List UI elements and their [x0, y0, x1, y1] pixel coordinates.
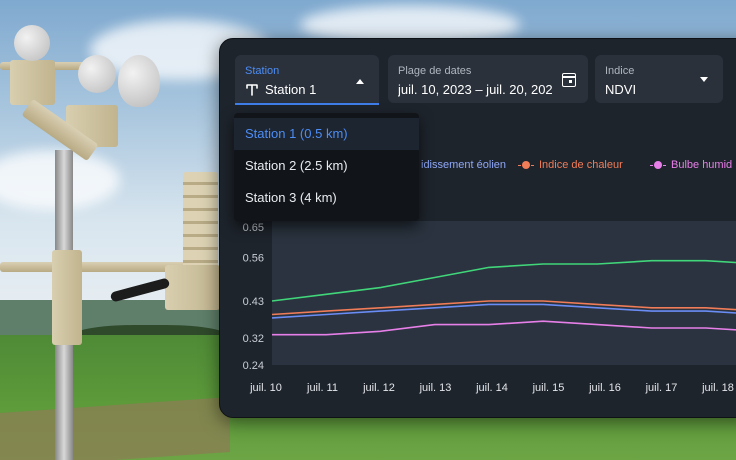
y-tick-label: 0.24: [243, 360, 264, 372]
station-value: Station 1: [265, 82, 317, 97]
calendar-icon[interactable]: [562, 73, 576, 87]
station-option-1[interactable]: Station 1 (0.5 km): [234, 118, 419, 150]
legend-label: Indice de chaleur: [539, 159, 623, 171]
y-tick-label: 0.32: [243, 333, 264, 345]
clamp: [52, 250, 82, 345]
legend-item-wet-bulb[interactable]: Bulbe humid: [650, 159, 732, 171]
y-tick-label: 0.56: [243, 252, 264, 264]
caret-up-icon: [356, 79, 364, 84]
logger-box: [165, 265, 220, 310]
station-option-3[interactable]: Station 3 (4 km): [234, 182, 419, 214]
dates-label: Plage de dates: [398, 65, 472, 77]
dates-value: juil. 10, 2023 – juil. 20, 2023: [398, 82, 553, 97]
x-tick-label: juil. 10: [249, 382, 282, 394]
legend-marker: [650, 161, 666, 169]
x-tick-label: juil. 12: [362, 382, 395, 394]
dashboard-panel: Station Station 1 Plage de dates juil. 1…: [219, 38, 736, 418]
x-tick-label: juil. 18: [701, 382, 734, 394]
x-tick-label: juil. 16: [588, 382, 621, 394]
legend-item-heat-index[interactable]: Indice de chaleur: [518, 159, 623, 171]
index-value: NDVI: [605, 82, 637, 97]
legend-marker: [518, 161, 534, 169]
index-label: Indice: [605, 65, 635, 77]
x-tick-label: juil. 11: [306, 382, 338, 394]
x-tick-label: juil. 13: [419, 382, 452, 394]
anemometer-cup: [78, 55, 116, 93]
y-tick-label: 0.65: [243, 222, 264, 234]
station-value-wrap: Station 1: [245, 82, 316, 97]
station-option-2[interactable]: Station 2 (2.5 km): [234, 150, 419, 182]
station-label: Station: [245, 65, 280, 77]
radiation-shield: [183, 172, 218, 272]
y-tick-label: 0.43: [243, 296, 264, 308]
wind-vane: [118, 55, 160, 107]
legend-label: Bulbe humid: [671, 159, 733, 171]
legend-item-wind-chill[interactable]: idissement éolien: [421, 159, 506, 171]
x-tick-label: juil. 15: [532, 382, 565, 394]
antenna-icon: [246, 84, 258, 96]
legend-label: idissement éolien: [421, 159, 506, 171]
station-dropdown-menu: Station 1 (0.5 km) Station 2 (2.5 km) St…: [234, 113, 419, 221]
caret-down-icon: [700, 77, 708, 82]
anemometer-cup: [14, 25, 50, 61]
station-select[interactable]: Station Station 1: [235, 55, 379, 105]
x-tick-label: juil. 14: [475, 382, 508, 394]
x-tick-label: juil. 17: [645, 382, 678, 394]
date-range-picker[interactable]: Plage de dates juil. 10, 2023 – juil. 20…: [388, 55, 588, 103]
sensor-box: [10, 60, 55, 105]
index-select[interactable]: Indice NDVI: [595, 55, 723, 103]
